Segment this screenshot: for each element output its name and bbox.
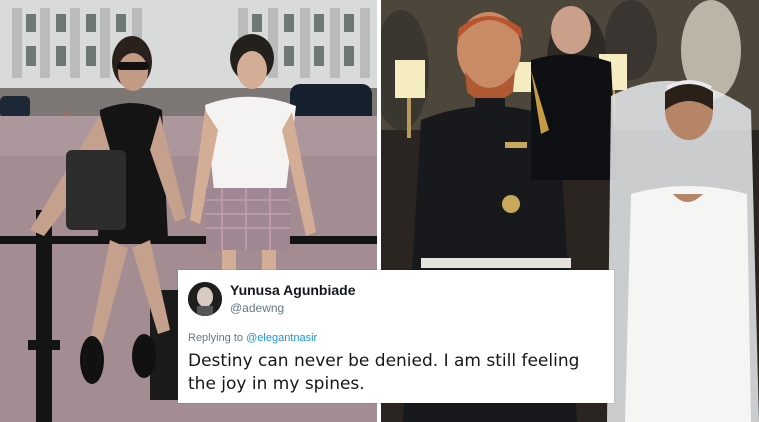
tweet-card[interactable]: Yunusa Agunbiade @adewng Replying to @el… <box>178 270 614 403</box>
bride <box>607 80 759 422</box>
bollard <box>36 210 52 422</box>
tweet-reply-line: Replying to @elegantnasir <box>188 332 317 344</box>
user-avatar[interactable] <box>188 282 222 316</box>
white-tshirt <box>205 96 296 190</box>
plaid-skirt <box>206 188 290 250</box>
railing <box>0 236 377 244</box>
tweet-handle[interactable]: @adewng <box>230 301 284 315</box>
avatar-icon <box>188 282 222 316</box>
composite-image: Yunusa Agunbiade @adewng Replying to @el… <box>0 0 759 422</box>
tote-bag <box>66 150 126 230</box>
reply-prefix: Replying to <box>188 332 244 344</box>
left-car <box>0 96 30 118</box>
tweet-display-name[interactable]: Yunusa Agunbiade <box>230 282 356 298</box>
reply-to-link[interactable]: @elegantnasir <box>246 332 317 344</box>
wedding-dress <box>625 186 751 422</box>
tweet-text: Destiny can never be denied. I am still … <box>188 351 580 394</box>
